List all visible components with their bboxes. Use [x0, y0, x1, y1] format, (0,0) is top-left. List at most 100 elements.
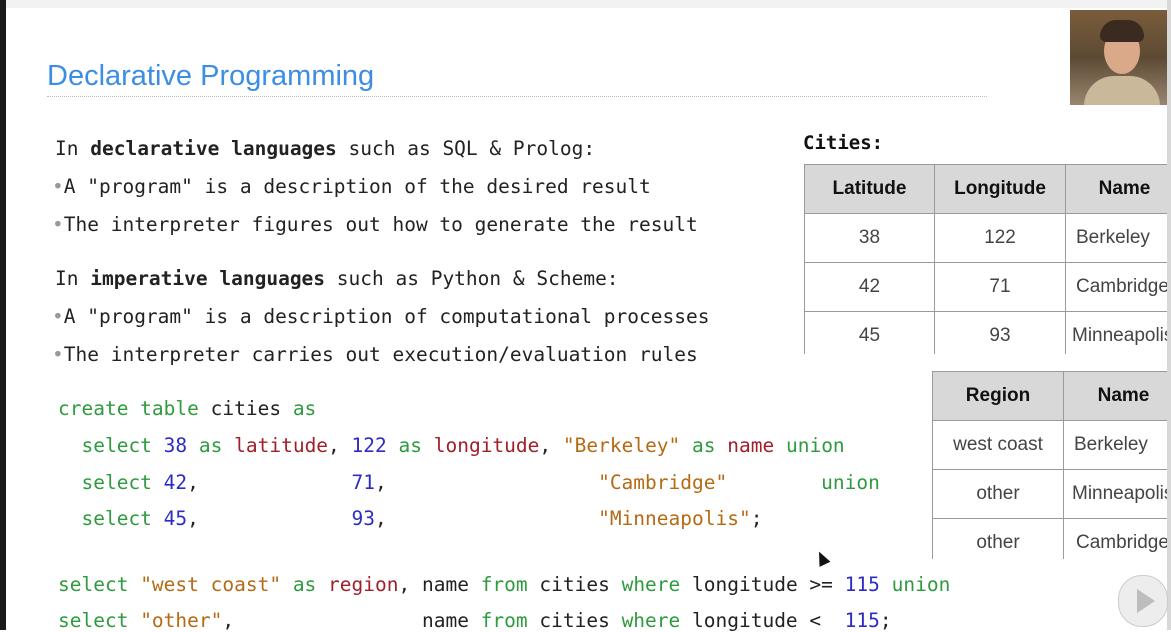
table-cell: west coast: [932, 420, 1064, 470]
code-token: name: [421, 609, 481, 632]
code-token: cities: [210, 397, 293, 420]
code-token: "Minneapolis": [598, 507, 751, 530]
code-token: create table: [58, 397, 211, 420]
column-header: Longitude: [934, 164, 1066, 214]
bullet-item: •A "program" is a description of the des…: [52, 175, 651, 198]
column-header: Latitude: [804, 164, 935, 214]
imperative-heading: In imperative languages such as Python &…: [55, 267, 619, 290]
table-cell: 71: [934, 262, 1066, 312]
table-cell: other: [932, 518, 1064, 559]
code-token: latitude: [234, 434, 329, 457]
heading-text: In: [55, 267, 91, 290]
code-line: select "west coast" as region, name from…: [58, 573, 950, 596]
bullet-text: A "program" is a description of the desi…: [63, 175, 651, 198]
bullet-text: The interpreter figures out how to gener…: [63, 213, 698, 236]
bullet-text: A "program" is a description of computat…: [63, 305, 710, 328]
bullet-item: •The interpreter figures out how to gene…: [52, 213, 698, 236]
presenter-shirt: [1084, 76, 1160, 105]
cities-table: Latitude Longitude Name 38 122 Berkeley …: [804, 164, 1167, 354]
table-cell: Minneapolis: [1065, 311, 1167, 354]
code-line: select "other", name from cities where l…: [58, 609, 892, 632]
bullet-dot: •: [52, 175, 64, 198]
table-cell: Berkeley: [1065, 213, 1167, 263]
bullet-dot: •: [52, 343, 64, 366]
heading-text: such as SQL & Prolog:: [336, 137, 596, 160]
heading-bold: imperative languages: [90, 267, 326, 290]
code-token: union: [774, 434, 845, 457]
code-token: where: [621, 609, 693, 632]
bullet-item: •A "program" is a description of computa…: [52, 305, 709, 328]
code-token: longitude <: [692, 609, 845, 632]
code-token: ;: [750, 507, 763, 530]
bullet-dot: •: [52, 305, 64, 328]
play-icon[interactable]: [1118, 575, 1168, 627]
bullet-text: The interpreter carries out execution/ev…: [63, 343, 698, 366]
cities-label: Cities:: [803, 132, 884, 154]
code-token: 115: [844, 609, 880, 632]
column-header: Region: [932, 371, 1064, 421]
regions-table-clip: Region Name west coast Berkeley other Mi…: [932, 371, 1167, 559]
code-token: select: [58, 471, 164, 494]
code-token: from: [480, 609, 540, 632]
bullet-dot: •: [52, 213, 64, 236]
cities-table-clip: Latitude Longitude Name 38 122 Berkeley …: [804, 164, 1167, 354]
code-token: as: [292, 397, 317, 420]
table-cell: Minneapolis: [1063, 469, 1167, 519]
table-row: west coast Berkeley: [932, 420, 1167, 470]
column-header: Name: [1063, 371, 1167, 421]
code-token: ;: [879, 609, 892, 632]
code-token: "Berkeley": [562, 434, 681, 457]
presenter-hair: [1100, 20, 1144, 42]
slide-title: Declarative Programming: [47, 60, 375, 92]
table-row: 38 122 Berkeley: [804, 213, 1167, 263]
table-header-row: Latitude Longitude Name: [804, 164, 1167, 214]
table-header-row: Region Name: [932, 371, 1167, 421]
code-token: 122: [351, 434, 387, 457]
heading-text: such as Python & Scheme:: [325, 267, 619, 290]
code-token: select: [58, 609, 141, 632]
code-token: 45: [163, 507, 188, 530]
table-cell: 45: [804, 311, 935, 354]
bullet-item: •The interpreter carries out execution/e…: [52, 343, 698, 366]
table-cell: other: [932, 469, 1064, 519]
code-token: "west coast": [140, 573, 282, 596]
table-cell: 42: [804, 262, 935, 312]
scrollbar-track[interactable]: [1167, 0, 1171, 630]
table-cell: Cambridge: [1063, 518, 1167, 559]
heading-bold: declarative languages: [90, 137, 337, 160]
code-line: select 42, 71, "Cambridge" union: [58, 471, 879, 494]
table-cell: Cambridge: [1065, 262, 1167, 312]
code-token: as: [281, 573, 329, 596]
code-token: as: [680, 434, 728, 457]
code-token: ,: [187, 507, 352, 530]
code-token: from: [480, 573, 540, 596]
window-top-bar: [0, 0, 1171, 8]
column-header: Name: [1065, 164, 1167, 214]
title-divider: [47, 96, 987, 97]
code-line: select 45, 93, "Minneapolis";: [58, 507, 762, 530]
code-token: ,: [187, 471, 352, 494]
table-row: 45 93 Minneapolis: [804, 311, 1167, 354]
code-token: , name: [398, 573, 481, 596]
code-token: as: [187, 434, 235, 457]
code-token: longitude >=: [692, 573, 845, 596]
table-row: 42 71 Cambridge: [804, 262, 1167, 312]
code-token: longitude: [433, 434, 540, 457]
window-left-border: [0, 0, 6, 630]
code-token: "other": [140, 609, 223, 632]
code-token: 38: [163, 434, 188, 457]
code-token: 93: [351, 507, 376, 530]
code-token: as: [386, 434, 434, 457]
code-token: cities: [539, 573, 622, 596]
regions-table: Region Name west coast Berkeley other Mi…: [932, 371, 1167, 559]
code-token: cities: [539, 609, 622, 632]
webcam-video[interactable]: [1070, 10, 1167, 105]
code-token: 115: [844, 573, 880, 596]
code-token: 42: [163, 471, 188, 494]
table-row: other Minneapolis: [932, 469, 1167, 519]
code-line: select 38 as latitude, 122 as longitude,…: [58, 434, 845, 457]
mouse-pointer-icon: [813, 549, 831, 567]
code-token: union: [879, 573, 951, 596]
declarative-heading: In declarative languages such as SQL & P…: [55, 137, 595, 160]
table-cell: 93: [934, 311, 1066, 354]
